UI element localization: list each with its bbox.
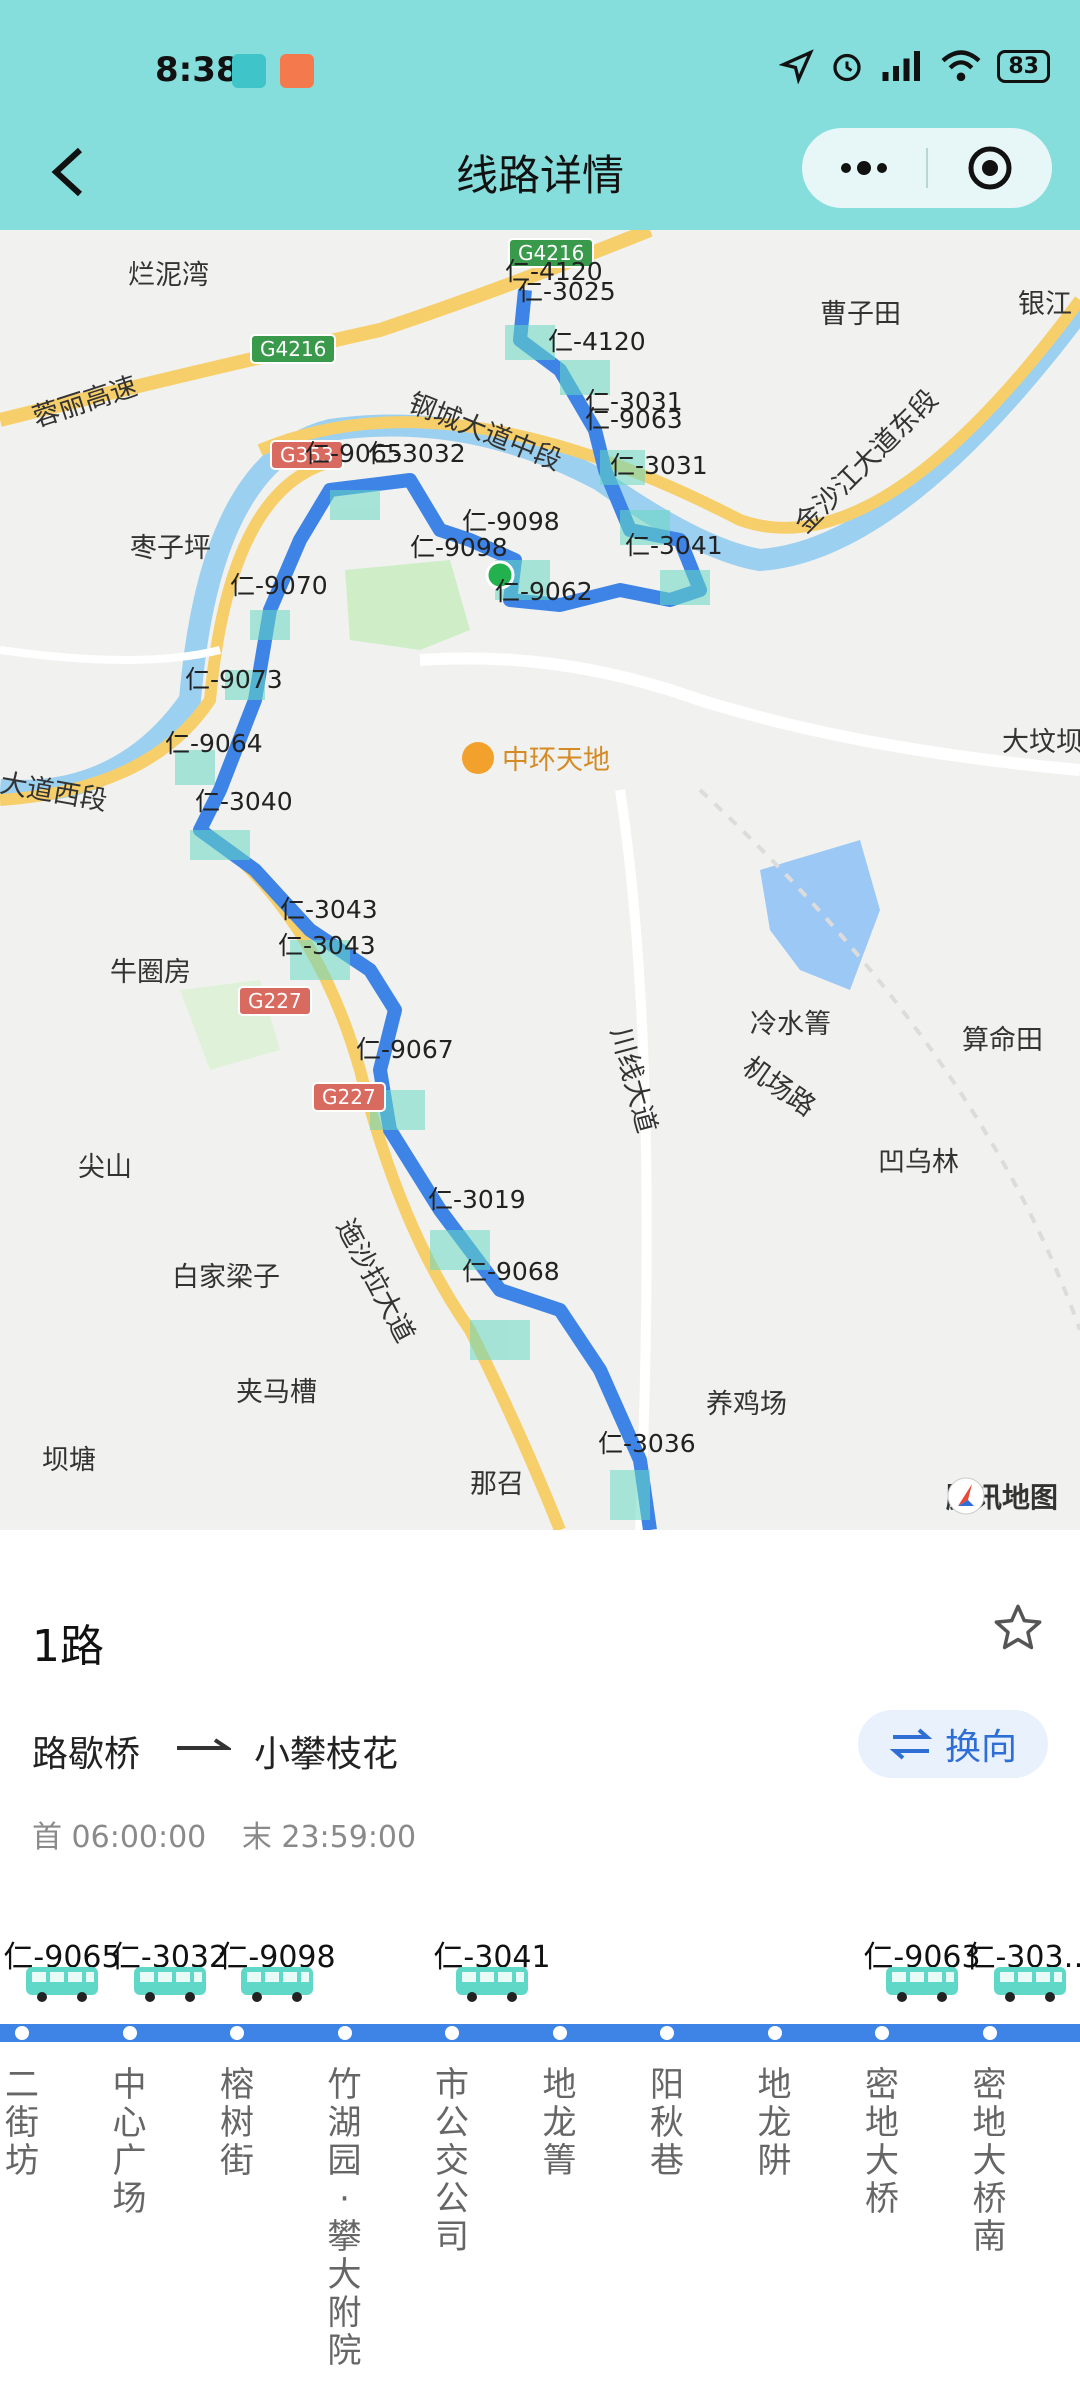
more-button[interactable] [802, 128, 926, 208]
map-bus-tag[interactable]: 仁-9068 [462, 1252, 560, 1288]
map-place-label: 夹马槽 [236, 1377, 317, 1408]
map-bus-tag[interactable]: 仁-9062 [495, 572, 593, 608]
status-icons: 83 [779, 48, 1050, 84]
stop-name[interactable]: 二街坊 [2, 2066, 42, 2180]
stop-dot[interactable] [122, 2026, 137, 2040]
stop-dot[interactable] [445, 2026, 459, 2040]
highway-shield: G227 [312, 1082, 386, 1112]
bus-icon[interactable] [239, 1964, 315, 2004]
poi-zhonghuan[interactable]: 中环天地 [462, 738, 610, 777]
map-bus-tag[interactable]: 仁-9063 [585, 400, 683, 436]
map-place-label: 冷水箐 [750, 1009, 831, 1040]
map-bus-tag[interactable]: 仁-9067 [356, 1030, 454, 1066]
bus-icon[interactable] [132, 1964, 208, 2004]
map-bus-tag[interactable]: 仁-3019 [428, 1180, 526, 1216]
route-name: 1路 [32, 1621, 104, 1672]
map-place-label: 白家梁子 [172, 1262, 280, 1293]
highway-shield: G227 [238, 986, 312, 1016]
reverse-label: 换向 [944, 1727, 1017, 1768]
map-place-label: 牛圈房 [110, 957, 191, 988]
swap-arrows-icon [889, 1728, 933, 1760]
bus-icon[interactable] [454, 1964, 530, 2004]
map-place-label: 大坟坝 [1002, 727, 1080, 758]
map-bus-tag[interactable]: 仁-3041 [625, 526, 723, 562]
header: 线路详情 [0, 120, 1080, 230]
map-bus-tag[interactable]: 仁-9064 [165, 724, 263, 760]
map-bus-tag[interactable]: 仁-3043 [280, 890, 378, 926]
map-bus-tag[interactable]: 仁-3031 [610, 446, 708, 482]
route-destination: 小攀枝花 [254, 1734, 399, 1775]
map-place-label: 尖山 [78, 1152, 132, 1183]
more-dots-icon [841, 161, 887, 175]
map-bus-tag[interactable]: 仁-3025 [518, 272, 616, 308]
stop-dot[interactable] [660, 2026, 674, 2040]
stop-name[interactable]: 中心广场 [110, 2066, 150, 2218]
map-bus-tag[interactable]: 仁-3043 [278, 926, 376, 962]
map-place-label: 曹子田 [820, 299, 901, 330]
miniapp-capsule [802, 128, 1052, 208]
stop-name[interactable]: 市公交公司 [432, 2066, 472, 2256]
map-place-label: 银江 [1018, 289, 1072, 320]
stop-name[interactable]: 密地大桥 [862, 2066, 902, 2218]
bus-icon[interactable] [24, 1964, 100, 2004]
direction-arrow-icon [177, 1738, 231, 1750]
map-bus-tag[interactable]: 仁-3040 [195, 782, 293, 818]
route-stop-line[interactable]: 二街坊 中心广场 榕树街 竹湖园·攀大附院 市公交公司 地龙箐 阳秋巷 地龙阱 密地大桥 密地大桥… [0, 1786, 1080, 2400]
map-place-label: 养鸡场 [706, 1389, 787, 1420]
status-bar: 8:38 83 [0, 0, 1080, 140]
route-map[interactable]: 烂泥湾 蓉丽高速 枣子坪 曹子田 银江 钢城大道中段 金沙江大道东段 大道西段 … [0, 230, 1080, 1530]
bus-icon[interactable] [992, 1964, 1068, 2004]
battery-level: 83 [997, 49, 1050, 83]
bus-icon[interactable] [884, 1964, 960, 2004]
status-time: 8:38 [155, 50, 240, 90]
stop-name[interactable]: 地龙阱 [755, 2066, 795, 2180]
stop-name[interactable]: 密地大桥南 [970, 2066, 1010, 2256]
route-origin: 路歇桥 [32, 1734, 141, 1775]
stop-dot[interactable] [15, 2026, 29, 2040]
app-notification-icon [280, 54, 314, 88]
stop-name[interactable]: 地龙箐 [540, 2066, 580, 2180]
map-bus-tag[interactable]: 仁-3032 [368, 434, 466, 470]
stop-dot[interactable] [767, 2026, 782, 2040]
mall-icon [462, 741, 494, 774]
location-icon [779, 49, 815, 84]
reverse-direction-button[interactable]: 换向 [858, 1710, 1048, 1778]
route-rail [0, 2024, 1080, 2042]
top-bar: 8:38 83 线路详情 [0, 0, 1080, 230]
stop-dot[interactable] [982, 2026, 997, 2040]
tencent-map-logo-icon [947, 1477, 985, 1515]
wifi-icon [941, 50, 981, 82]
map-place-label: 凹乌林 [878, 1147, 959, 1178]
map-watermark: 腾讯地图 [946, 1476, 1058, 1516]
stop-dot[interactable] [875, 2026, 889, 2040]
stop-name[interactable]: 阳秋巷 [647, 2066, 687, 2180]
stop-dot[interactable] [337, 2026, 352, 2040]
map-place-label: 算命田 [962, 1025, 1043, 1056]
navigation-app-icon [232, 54, 266, 88]
stop-name[interactable]: 榕树街 [217, 2066, 257, 2180]
stop-dot[interactable] [552, 2026, 567, 2040]
stop-dot[interactable] [230, 2026, 244, 2040]
target-close-icon [968, 146, 1012, 190]
close-button[interactable] [928, 128, 1052, 208]
map-bus-tag[interactable]: 仁-4120 [548, 322, 646, 358]
star-icon[interactable] [992, 1602, 1044, 1654]
alarm-icon [833, 53, 862, 82]
map-bus-tag[interactable]: 仁-9098 [410, 528, 508, 564]
map-place-label: 那召 [470, 1469, 524, 1500]
map-bus-tag[interactable]: 仁-3036 [598, 1424, 696, 1460]
signal-icon [882, 51, 921, 81]
map-place-label: 烂泥湾 [128, 260, 209, 291]
poi-label: 中环天地 [502, 745, 610, 776]
stop-name[interactable]: 竹湖园·攀大附院 [325, 2066, 365, 2370]
map-bus-tag[interactable]: 仁-9070 [230, 566, 328, 602]
map-place-label: 坝塘 [42, 1445, 96, 1476]
highway-shield: G4216 [250, 334, 337, 364]
map-bus-tag[interactable]: 仁-9073 [185, 660, 283, 696]
map-place-label: 枣子坪 [130, 533, 211, 564]
